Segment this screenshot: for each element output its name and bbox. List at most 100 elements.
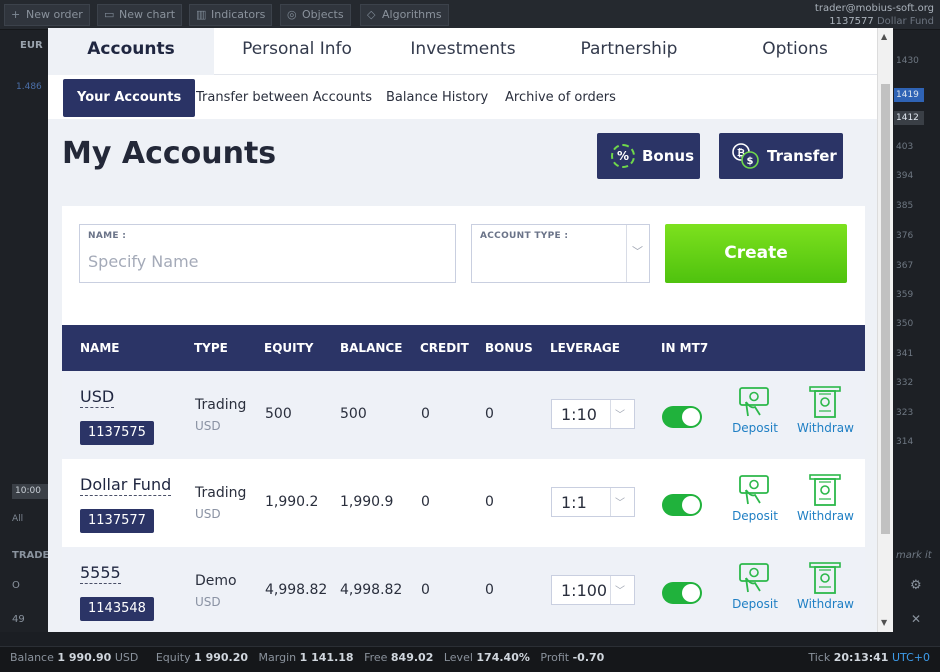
- trade-panel-title: TRADE: [12, 550, 50, 561]
- col-in-mt7: IN MT7: [661, 341, 709, 355]
- percent-icon: %: [611, 144, 635, 168]
- chevron-down-icon[interactable]: ﹀: [615, 406, 625, 421]
- withdraw-button[interactable]: Withdraw: [797, 561, 854, 611]
- scale-tick: 332: [896, 378, 914, 388]
- symbol-tab[interactable]: EUR: [20, 40, 43, 51]
- leverage-select[interactable]: 1:100 ﹀: [551, 575, 635, 605]
- leverage-select[interactable]: 1:1 ﹀: [551, 487, 635, 517]
- deposit-button[interactable]: Deposit: [727, 561, 783, 611]
- subtab-archive-of-orders[interactable]: Archive of orders: [505, 79, 616, 117]
- scroll-down-icon[interactable]: ▼: [881, 618, 887, 627]
- level-value: 174.40%: [476, 651, 530, 664]
- in-mt7-toggle[interactable]: [662, 494, 702, 516]
- user-info[interactable]: trader@mobius-soft.org 1137577 Dollar Fu…: [815, 2, 934, 28]
- tab-options[interactable]: Options: [712, 28, 878, 75]
- account-name[interactable]: USD: [80, 387, 115, 408]
- svg-text:%: %: [617, 149, 629, 163]
- credit-cell: 0: [421, 494, 430, 510]
- algorithms-icon: ◇: [367, 8, 376, 21]
- indicators-button[interactable]: ▥ Indicators: [189, 4, 273, 26]
- scale-tick: 314: [896, 437, 914, 447]
- time-label: 10:00: [12, 484, 48, 499]
- account-type: Demo: [195, 573, 237, 589]
- mark-it-label[interactable]: mark it: [896, 550, 932, 561]
- modal-scrollbar[interactable]: ▲ ▼: [877, 28, 893, 632]
- chart-icon: ▭: [104, 8, 115, 21]
- name-field-label: NAME :: [88, 231, 127, 241]
- price-hint: 1.486: [16, 82, 42, 92]
- chevron-down-icon[interactable]: ﹀: [615, 582, 625, 597]
- subtab-balance-history[interactable]: Balance History: [386, 79, 488, 117]
- new-chart-button[interactable]: ▭ New chart: [97, 4, 183, 26]
- scale-tick: 385: [896, 201, 914, 211]
- bonus-cell: 0: [485, 582, 494, 598]
- balance-cell: 500: [340, 406, 367, 422]
- account-status-bar: Balance 1 990.90 USD Equity 1 990.20 Mar…: [0, 646, 940, 672]
- new-order-button[interactable]: + New order: [4, 4, 90, 26]
- bonus-button[interactable]: % Bonus: [597, 133, 700, 179]
- equity-value: 1 990.20: [194, 651, 249, 664]
- free-value: 849.02: [390, 651, 434, 664]
- chevron-down-icon[interactable]: ﹀: [632, 243, 643, 259]
- deposit-button[interactable]: Deposit: [727, 385, 783, 435]
- account-id-badge: 1137577: [80, 509, 154, 533]
- objects-icon: ◎: [287, 8, 297, 21]
- scroll-thumb[interactable]: [881, 84, 890, 534]
- scale-tick: 403: [896, 142, 914, 152]
- in-mt7-toggle[interactable]: [662, 582, 702, 604]
- deposit-icon: [739, 387, 769, 417]
- tab-accounts[interactable]: Accounts: [48, 28, 214, 75]
- subtab-your-accounts[interactable]: Your Accounts: [63, 79, 196, 117]
- algorithms-button[interactable]: ◇ Algorithms: [360, 4, 449, 26]
- objects-button[interactable]: ◎ Objects: [280, 4, 351, 26]
- table-row: Dollar Fund 1137577 Trading USD 1,990.2 …: [62, 459, 865, 547]
- sub-tabs: Your Accounts Transfer between Accounts …: [48, 75, 878, 119]
- tab-partnership[interactable]: Partnership: [546, 28, 712, 75]
- tab-investments[interactable]: Investments: [380, 28, 546, 75]
- name-field[interactable]: NAME :: [79, 224, 456, 283]
- deposit-button[interactable]: Deposit: [727, 473, 783, 523]
- credit-cell: 0: [421, 406, 430, 422]
- accounts-card: NAME : ACCOUNT TYPE : ﹀ Create NAME TYPE…: [62, 206, 865, 632]
- account-name[interactable]: Dollar Fund: [80, 475, 172, 496]
- scale-tag: 1419: [894, 88, 924, 102]
- deposit-icon: [739, 475, 769, 505]
- accounts-modal: Accounts Personal Info Investments Partn…: [48, 28, 893, 632]
- create-button[interactable]: Create: [665, 224, 847, 283]
- gear-icon[interactable]: ⚙: [910, 578, 922, 593]
- account-type: Trading: [195, 397, 247, 413]
- indicators-icon: ▥: [196, 8, 207, 21]
- table-row: USD 1137575 Trading USD 500 500 0 0 1:10…: [62, 371, 865, 459]
- page-title: My Accounts: [62, 136, 277, 171]
- account-name[interactable]: 5555: [80, 563, 121, 584]
- tab-personal-info[interactable]: Personal Info: [214, 28, 380, 75]
- plus-icon: +: [11, 8, 21, 21]
- scale-tick: 367: [896, 261, 914, 271]
- chevron-down-icon[interactable]: ﹀: [615, 494, 625, 509]
- close-icon[interactable]: ✕: [911, 612, 921, 626]
- scale-tick: 359: [896, 290, 914, 300]
- col-balance: BALANCE: [340, 341, 403, 355]
- scroll-up-icon[interactable]: ▲: [881, 32, 887, 41]
- account-type-select[interactable]: ACCOUNT TYPE : ﹀: [471, 224, 650, 283]
- subtab-transfer-between-accounts[interactable]: Transfer between Accounts: [196, 79, 372, 117]
- trade-row: O: [12, 580, 20, 591]
- leverage-select[interactable]: 1:10 ﹀: [551, 399, 635, 429]
- withdraw-button[interactable]: Withdraw: [797, 385, 854, 435]
- name-input[interactable]: [88, 249, 438, 273]
- bonus-cell: 0: [485, 494, 494, 510]
- withdraw-icon: [809, 386, 841, 418]
- col-type: TYPE: [194, 341, 228, 355]
- platform-toolbar: + New order ▭ New chart ▥ Indicators ◎ Objec…: [0, 0, 940, 30]
- withdraw-button[interactable]: Withdraw: [797, 473, 854, 523]
- scale-tick: 394: [896, 171, 914, 181]
- transfer-button[interactable]: ₿ $ Transfer: [719, 133, 843, 179]
- account-currency: USD: [195, 507, 221, 521]
- coins-icon: ₿ $: [731, 142, 761, 170]
- filter-all[interactable]: All: [12, 514, 23, 524]
- in-mt7-toggle[interactable]: [662, 406, 702, 428]
- balance-cell: 4,998.82: [340, 582, 403, 598]
- withdraw-icon: [809, 562, 841, 594]
- col-equity: EQUITY: [264, 341, 314, 355]
- profit-value: -0.70: [572, 651, 605, 664]
